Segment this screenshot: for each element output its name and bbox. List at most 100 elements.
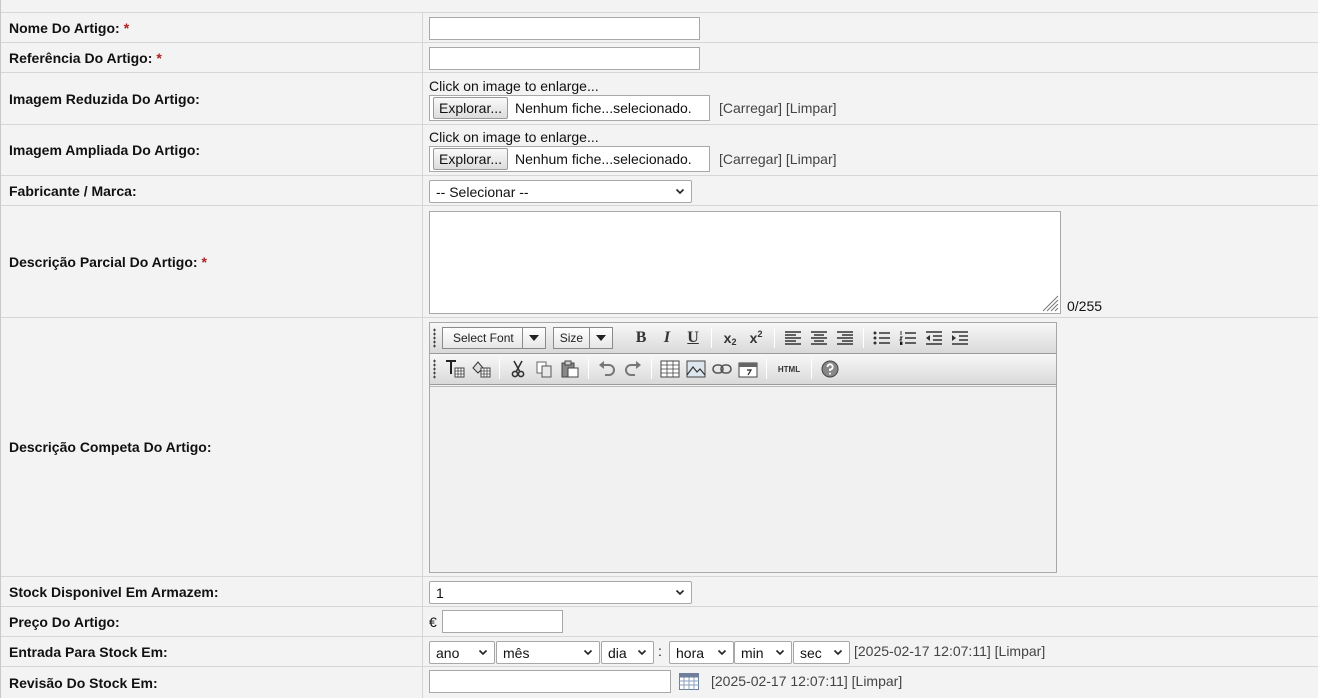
underline-icon[interactable]: U — [680, 326, 706, 350]
editor-content-area[interactable] — [430, 386, 1056, 572]
browse-button[interactable]: Explorar... — [433, 148, 509, 170]
row-descricao-completa: Descrição Competa Do Artigo: Select Font… — [1, 318, 1318, 577]
paste-icon[interactable] — [557, 357, 583, 381]
toolbar-separator — [588, 359, 589, 379]
referencia-input[interactable] — [429, 47, 700, 70]
row-referencia: Referência Do Artigo: * — [1, 43, 1318, 73]
cut-icon[interactable] — [505, 357, 531, 381]
day-selected: dia — [608, 644, 627, 661]
label-descricao-completa: Descrição Competa Do Artigo: — [1, 318, 423, 576]
second-selected: sec — [800, 644, 822, 661]
row-entrada: Entrada Para Stock Em: ano mês dia : hor… — [1, 637, 1318, 667]
label-imagem-ampliada: Imagem Ampliada Do Artigo: — [1, 125, 423, 175]
indent-icon[interactable] — [947, 326, 973, 350]
row-stock: Stock Disponivel Em Armazem: 1 — [1, 577, 1318, 607]
editor-toolbar-1: Select Font Size B I U x2 x2 — [430, 323, 1056, 354]
label-entrada: Entrada Para Stock Em: — [1, 637, 423, 666]
entrada-timestamp: [2025-02-17 12:07:11] — [854, 643, 991, 659]
label-descricao-parcial: Descrição Parcial Do Artigo: * — [1, 206, 423, 317]
help-icon[interactable] — [817, 357, 843, 381]
editor-toolbar-2: HTML — [430, 354, 1056, 385]
bold-icon[interactable]: B — [628, 326, 654, 350]
row-descricao-parcial: Descrição Parcial Do Artigo: * 0/255 — [1, 206, 1318, 318]
link-icon[interactable] — [709, 357, 735, 381]
align-center-icon[interactable] — [806, 326, 832, 350]
font-select[interactable]: Select Font — [442, 327, 546, 349]
minute-select[interactable]: min — [734, 641, 792, 664]
align-right-icon[interactable] — [832, 326, 858, 350]
html-icon[interactable]: HTML — [772, 357, 806, 381]
toolbar-separator — [863, 328, 865, 348]
fabricante-select[interactable]: -- Selecionar -- — [429, 180, 692, 203]
descricao-parcial-textarea[interactable] — [429, 211, 1061, 314]
background-color-icon[interactable] — [468, 357, 494, 381]
stock-select[interactable]: 1 — [429, 581, 692, 604]
clear-link[interactable]: [Limpar] — [995, 643, 1046, 659]
hour-select[interactable]: hora — [669, 641, 734, 664]
subscript-icon[interactable]: x2 — [717, 326, 743, 350]
preco-input[interactable] — [442, 610, 563, 633]
clear-link[interactable]: [Limpar] — [852, 673, 903, 689]
toolbar-separator — [651, 359, 652, 379]
toolbar-grip-icon — [433, 359, 436, 379]
superscript-icon[interactable]: x2 — [743, 326, 769, 350]
align-left-icon[interactable] — [780, 326, 806, 350]
date-icon[interactable] — [735, 357, 761, 381]
time-colon: : — [658, 643, 662, 659]
file-picker-reduzida: Explorar... Nenhum fiche...selecionado. — [429, 95, 710, 121]
file-actions: [Carregar] [Limpar] — [719, 100, 837, 116]
font-select-label: Select Font — [443, 328, 523, 348]
form-frame: Nome Do Artigo: * Referência Do Artigo: * … — [0, 0, 1318, 698]
size-select-label: Size — [554, 328, 591, 348]
table-icon[interactable] — [657, 357, 683, 381]
chevron-down-icon — [675, 188, 685, 195]
file-actions: [Carregar] [Limpar] — [719, 151, 837, 167]
italic-icon[interactable]: I — [654, 326, 680, 350]
month-select[interactable]: mês — [496, 641, 600, 664]
month-selected: mês — [503, 644, 530, 661]
upload-link[interactable]: [Carregar] — [719, 100, 782, 116]
resize-grip-icon[interactable] — [1041, 294, 1059, 312]
stock-selected: 1 — [436, 584, 444, 601]
nome-input[interactable] — [429, 17, 700, 40]
label-preco: Preço Do Artigo: — [1, 607, 423, 636]
enlarge-hint: Click on image to enlarge... — [429, 129, 599, 145]
file-picker-ampliada: Explorar... Nenhum fiche...selecionado. — [429, 146, 710, 172]
label-referencia-text: Referência Do Artigo: — [9, 49, 153, 66]
required-marker: * — [201, 253, 207, 270]
image-icon[interactable] — [683, 357, 709, 381]
redo-icon[interactable] — [620, 357, 646, 381]
size-select[interactable]: Size — [552, 327, 614, 349]
unordered-list-icon[interactable] — [869, 326, 895, 350]
currency-symbol: € — [429, 614, 437, 630]
required-marker: * — [123, 19, 130, 36]
revisao-input[interactable] — [429, 670, 671, 693]
entrada-actions: [2025-02-17 12:07:11] [Limpar] — [854, 643, 1045, 659]
enlarge-hint: Click on image to enlarge... — [429, 78, 599, 94]
browse-button[interactable]: Explorar... — [433, 97, 509, 119]
toolbar-separator — [766, 359, 767, 379]
chevron-down-icon — [675, 589, 685, 596]
clear-link[interactable]: [Limpar] — [786, 100, 837, 116]
revisao-actions: [2025-02-17 12:07:11] [Limpar] — [711, 673, 902, 689]
fabricante-selected: -- Selecionar -- — [436, 183, 529, 200]
chevron-down-icon — [637, 649, 647, 656]
char-counter: 0/255 — [1067, 298, 1103, 314]
ordered-list-icon[interactable] — [895, 326, 921, 350]
text-color-icon[interactable] — [442, 357, 468, 381]
copy-icon[interactable] — [531, 357, 557, 381]
outdent-icon[interactable] — [921, 326, 947, 350]
toolbar-separator — [499, 359, 500, 379]
day-select[interactable]: dia — [601, 641, 654, 664]
year-selected: ano — [436, 644, 460, 661]
undo-icon[interactable] — [594, 357, 620, 381]
label-nome-text: Nome Do Artigo: — [9, 19, 120, 36]
year-select[interactable]: ano — [429, 641, 495, 664]
calendar-icon[interactable] — [679, 673, 699, 690]
upload-link[interactable]: [Carregar] — [719, 151, 782, 167]
second-select[interactable]: sec — [793, 641, 850, 664]
file-status: Nenhum fiche...selecionado. — [515, 151, 692, 167]
clear-link[interactable]: [Limpar] — [786, 151, 837, 167]
toolbar-grip-icon — [433, 328, 436, 348]
dropdown-arrow-icon — [596, 335, 607, 341]
